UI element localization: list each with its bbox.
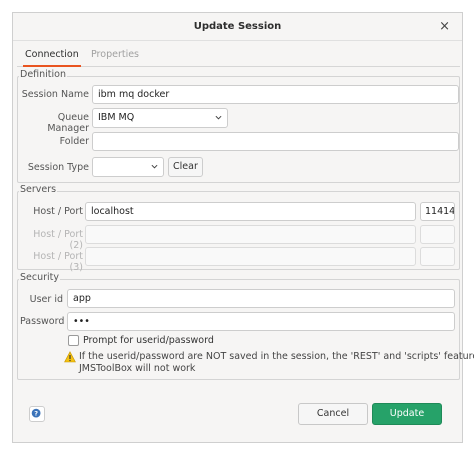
queue-manager-label: Queue Manager <box>47 112 89 134</box>
port-3-field[interactable] <box>420 247 455 266</box>
dialog-title: Update Session <box>193 21 282 32</box>
password-label: Password <box>20 316 65 327</box>
port-field[interactable]: 11414 <box>420 202 455 221</box>
tab-properties[interactable]: Properties <box>89 49 141 67</box>
update-button[interactable]: Update <box>372 403 442 425</box>
prompt-label[interactable]: Prompt for userid/password <box>83 335 214 346</box>
host-2-field[interactable] <box>85 225 416 244</box>
definition-group: Definition Session Name ibm mq docker Qu… <box>17 69 460 183</box>
definition-group-title: Definition <box>19 69 68 80</box>
svg-text:?: ? <box>34 410 38 418</box>
session-name-field[interactable]: ibm mq docker <box>92 85 459 104</box>
tab-connection[interactable]: Connection <box>23 49 81 67</box>
user-id-label: User id <box>29 294 63 305</box>
folder-label: Folder <box>59 136 89 147</box>
security-group-title: Security <box>19 272 61 283</box>
servers-group-title: Servers <box>19 184 58 195</box>
folder-field[interactable] <box>92 132 459 151</box>
host-field[interactable]: localhost <box>85 202 416 221</box>
session-type-select[interactable] <box>92 157 164 177</box>
prompt-checkbox[interactable] <box>68 335 79 346</box>
password-field[interactable]: ••• <box>67 312 455 331</box>
host-port-2-label: Host / Port (2) <box>33 229 83 251</box>
queue-manager-select[interactable]: IBM MQ <box>92 108 228 128</box>
warning-line-2: JMSToolBox will not work <box>79 363 196 374</box>
chevron-down-icon <box>151 164 158 169</box>
port-2-field[interactable] <box>420 225 455 244</box>
host-port-label: Host / Port <box>33 206 83 217</box>
queue-manager-value: IBM MQ <box>98 112 135 123</box>
cancel-button[interactable]: Cancel <box>298 403 368 425</box>
help-button[interactable]: ? <box>29 406 45 422</box>
user-id-field[interactable]: app <box>67 289 455 308</box>
warning-icon <box>64 351 76 363</box>
servers-group: Servers Host / Port localhost 11414 Host… <box>17 184 460 273</box>
session-type-label: Session Type <box>27 162 89 173</box>
session-name-label: Session Name <box>21 89 89 100</box>
host-port-3-label: Host / Port (3) <box>33 251 83 273</box>
host-3-field[interactable] <box>85 247 416 266</box>
title-bar: Update Session × <box>13 13 462 41</box>
tab-bar: Connection Properties <box>17 45 460 67</box>
close-icon[interactable]: × <box>439 19 450 34</box>
security-group: Security User id app Password ••• Prompt… <box>17 272 474 380</box>
help-icon: ? <box>31 408 41 418</box>
chevron-down-icon <box>215 115 222 120</box>
warning-line-1: If the userid/password are NOT saved in … <box>79 351 474 362</box>
update-session-dialog: Update Session × Connection Properties D… <box>12 12 474 443</box>
clear-button[interactable]: Clear <box>168 157 203 177</box>
